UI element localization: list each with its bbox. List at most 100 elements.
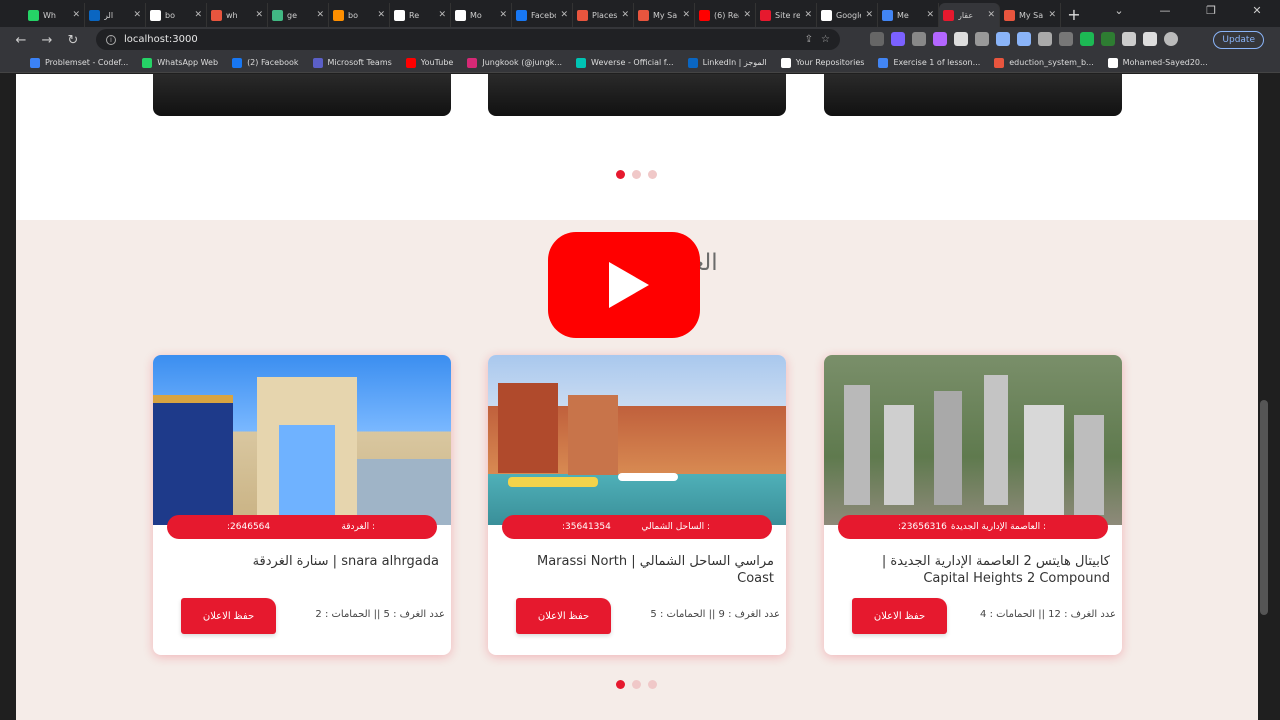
- bookmark-item[interactable]: WhatsApp Web: [142, 57, 219, 68]
- browser-tab[interactable]: bo ✕: [329, 3, 390, 27]
- tab-close-icon[interactable]: ✕: [255, 10, 263, 20]
- bookmark-item[interactable]: Your Repositories: [780, 57, 864, 68]
- maximize-icon[interactable]: ❐: [1188, 0, 1234, 27]
- profile-avatar[interactable]: [1164, 32, 1178, 46]
- tab-close-icon[interactable]: ✕: [621, 10, 629, 20]
- tab-close-icon[interactable]: ✕: [865, 10, 873, 20]
- browser-tab[interactable]: الر ✕: [85, 3, 146, 27]
- tab-close-icon[interactable]: ✕: [1048, 10, 1056, 20]
- bookmark-item[interactable]: YouTube: [405, 57, 453, 68]
- extension-icon[interactable]: [954, 32, 968, 46]
- browser-tab[interactable]: bo ✕: [146, 3, 207, 27]
- carousel-card[interactable]: [488, 74, 786, 116]
- tab-close-icon[interactable]: ✕: [804, 10, 812, 20]
- carousel-dot[interactable]: [648, 680, 657, 689]
- bookmark-item[interactable]: Jungkook (@jungk...: [467, 57, 562, 68]
- back-icon[interactable]: ←: [14, 33, 28, 48]
- puzzle-icon[interactable]: [1122, 32, 1136, 46]
- bookmark-item[interactable]: LinkedIn | الموجز: [687, 57, 767, 68]
- bookmark-item[interactable]: eduction_system_b...: [994, 57, 1094, 68]
- extension-icon[interactable]: [912, 32, 926, 46]
- browser-tab[interactable]: Facebo ✕: [512, 3, 573, 27]
- extension-icon[interactable]: [1101, 32, 1115, 46]
- extension-icon[interactable]: [975, 32, 989, 46]
- extension-icon[interactable]: [1080, 32, 1094, 46]
- property-card[interactable]: : الغردقة 2646564: snara alhrgada | سنار…: [153, 355, 451, 655]
- browser-tab[interactable]: Me ✕: [878, 3, 939, 27]
- carousel-card[interactable]: [153, 74, 451, 116]
- carousel-dot[interactable]: [632, 170, 641, 179]
- extension-icon[interactable]: [870, 32, 884, 46]
- scrollbar-thumb[interactable]: [1260, 400, 1268, 615]
- site-info-icon[interactable]: i: [106, 34, 116, 45]
- tab-close-icon[interactable]: ✕: [560, 10, 568, 20]
- close-window-icon[interactable]: ✕: [1234, 0, 1280, 27]
- youtube-play-button[interactable]: [548, 232, 700, 338]
- bookmark-item[interactable]: Problemset - Codef...: [30, 57, 128, 68]
- bookmark-favicon-icon: [780, 57, 791, 68]
- tab-close-icon[interactable]: ✕: [987, 10, 995, 20]
- browser-tab[interactable]: My Sa ✕: [1000, 3, 1061, 27]
- browser-tab[interactable]: Google ✕: [817, 3, 878, 27]
- bookmark-item[interactable]: Microsoft Teams: [312, 57, 392, 68]
- browser-tab[interactable]: ge ✕: [268, 3, 329, 27]
- tab-close-icon[interactable]: ✕: [926, 10, 934, 20]
- extension-icon[interactable]: [1017, 32, 1031, 46]
- bookmark-item[interactable]: (2) Facebook: [232, 57, 299, 68]
- property-title[interactable]: snara alhrgada | سنارة الغردقة: [165, 553, 439, 570]
- save-ad-button[interactable]: حفظ الاعلان: [516, 598, 611, 634]
- forward-icon[interactable]: →: [40, 33, 54, 48]
- extension-icon[interactable]: [891, 32, 905, 46]
- carousel-dot[interactable]: [616, 170, 625, 179]
- carousel-dot[interactable]: [616, 680, 625, 689]
- browser-tab[interactable]: Mo ✕: [451, 3, 512, 27]
- carousel-dot[interactable]: [648, 170, 657, 179]
- minimize-icon[interactable]: —: [1142, 0, 1188, 27]
- new-tab-button[interactable]: +: [1061, 3, 1087, 27]
- bookmark-item[interactable]: Mohamed-Sayed20...: [1107, 57, 1208, 68]
- carousel-card[interactable]: [824, 74, 1122, 116]
- tab-favicon-icon: [882, 9, 893, 21]
- save-ad-button[interactable]: حفظ الاعلان: [181, 598, 276, 634]
- extension-icon[interactable]: [996, 32, 1010, 46]
- location-text: : الساحل الشمالي: [641, 522, 710, 532]
- scrollbar-track[interactable]: [1258, 74, 1280, 720]
- tab-close-icon[interactable]: ✕: [499, 10, 507, 20]
- side-panel-icon[interactable]: [1143, 32, 1157, 46]
- browser-tab[interactable]: wh ✕: [207, 3, 268, 27]
- browser-tab[interactable]: Site re ✕: [756, 3, 817, 27]
- browser-tab[interactable]: Places ✕: [573, 3, 634, 27]
- location-pill: : الساحل الشمالي 35641354:: [502, 515, 772, 539]
- browser-tab[interactable]: (6) Rea ✕: [695, 3, 756, 27]
- tab-close-icon[interactable]: ✕: [438, 10, 446, 20]
- bookmark-item[interactable]: Exercise 1 of lesson...: [878, 57, 980, 68]
- bookmark-label: WhatsApp Web: [157, 58, 219, 67]
- property-card[interactable]: : العاصمة الإدارية الجديدة 23656316: كاب…: [824, 355, 1122, 655]
- carousel-dot[interactable]: [632, 680, 641, 689]
- property-title[interactable]: كابيتال هايتس 2 العاصمة الإدارية الجديدة…: [836, 553, 1110, 587]
- browser-tab[interactable]: عقار ✕: [939, 3, 1000, 27]
- tab-close-icon[interactable]: ✕: [743, 10, 751, 20]
- share-icon[interactable]: ⇪: [805, 34, 813, 45]
- bookmark-item[interactable]: Weverse - Official f...: [576, 57, 674, 68]
- tab-close-icon[interactable]: ✕: [72, 10, 80, 20]
- tab-close-icon[interactable]: ✕: [377, 10, 385, 20]
- tab-close-icon[interactable]: ✕: [194, 10, 202, 20]
- extension-icon[interactable]: [1038, 32, 1052, 46]
- property-card[interactable]: : الساحل الشمالي 35641354: مراسي الساحل …: [488, 355, 786, 655]
- browser-tab[interactable]: My Sa ✕: [634, 3, 695, 27]
- tab-close-icon[interactable]: ✕: [133, 10, 141, 20]
- browser-tab[interactable]: Re ✕: [390, 3, 451, 27]
- save-ad-button[interactable]: حفظ الاعلان: [852, 598, 947, 634]
- property-title[interactable]: مراسي الساحل الشمالي | Marassi North Coa…: [500, 553, 774, 587]
- tab-search-icon[interactable]: ⌄: [1096, 0, 1142, 27]
- browser-tab[interactable]: Wh ✕: [24, 3, 85, 27]
- tab-close-icon[interactable]: ✕: [316, 10, 324, 20]
- reload-icon[interactable]: ↻: [66, 33, 80, 48]
- update-button[interactable]: Update: [1213, 31, 1264, 49]
- extension-icon[interactable]: [933, 32, 947, 46]
- address-bar[interactable]: i localhost:3000 ⇪ ☆: [96, 29, 840, 50]
- tab-close-icon[interactable]: ✕: [682, 10, 690, 20]
- bookmark-star-icon[interactable]: ☆: [821, 34, 830, 45]
- extension-icon[interactable]: [1059, 32, 1073, 46]
